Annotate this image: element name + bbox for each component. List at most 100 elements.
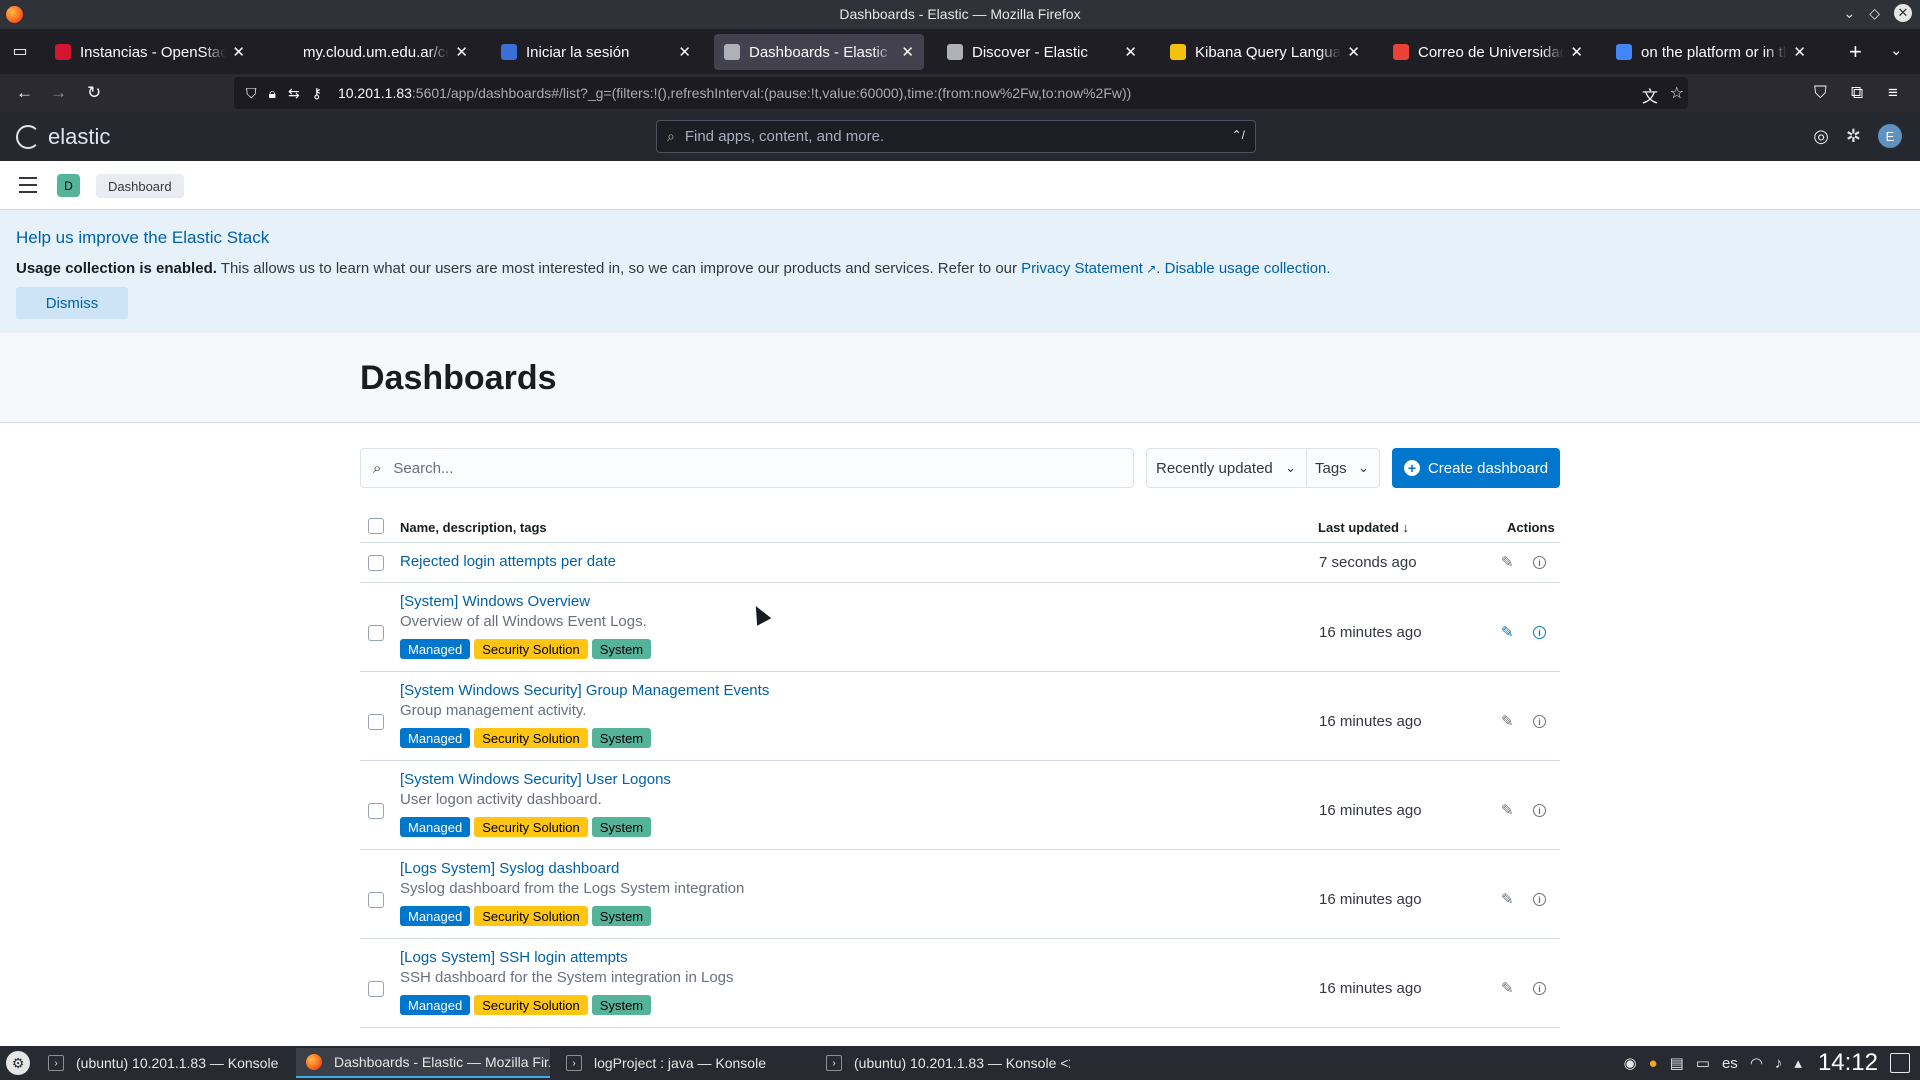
info-icon[interactable]: i	[1533, 556, 1546, 569]
browser-tab[interactable]: Instancias - OpenStack Da ✕	[45, 34, 255, 70]
info-icon[interactable]: i	[1533, 893, 1546, 906]
menu-toggle-icon[interactable]	[18, 175, 38, 195]
maximize-icon[interactable]: ◇	[1869, 5, 1880, 22]
clipboard-icon[interactable]: ▤	[1670, 1054, 1684, 1072]
lock-icon[interactable]: 🔒︎	[269, 85, 276, 102]
close-tab-icon[interactable]: ✕	[901, 43, 914, 61]
help-icon[interactable]: ◎	[1813, 126, 1829, 147]
close-tab-icon[interactable]: ✕	[1347, 43, 1360, 61]
edit-pencil-icon[interactable]: ✎	[1501, 553, 1514, 571]
close-tab-icon[interactable]: ✕	[1124, 43, 1137, 61]
tag-badge[interactable]: Managed	[400, 728, 471, 748]
taskbar-task[interactable]: › logProject : java — Konsole	[556, 1048, 810, 1078]
dashboard-link[interactable]: Rejected login attempts per date	[400, 553, 616, 570]
url-text[interactable]: 10.201.1.83:5601/app/dashboards#/list?_g…	[338, 85, 1131, 101]
clock[interactable]: 14:12	[1818, 1049, 1878, 1077]
browser-tab[interactable]: Discover - Elastic ✕	[937, 34, 1147, 70]
dashboard-link[interactable]: [Logs System] Syslog dashboard	[400, 860, 619, 877]
tag-badge[interactable]: Security Solution	[474, 639, 588, 659]
row-checkbox[interactable]	[368, 625, 384, 641]
tag-badge[interactable]: System	[591, 639, 652, 659]
tag-badge[interactable]: Security Solution	[474, 995, 588, 1015]
close-tab-icon[interactable]: ✕	[678, 43, 691, 61]
dashboard-link[interactable]: [System] Windows Overview	[400, 593, 590, 610]
tag-badge[interactable]: Security Solution	[474, 817, 588, 837]
info-icon[interactable]: i	[1533, 804, 1546, 817]
wifi-icon[interactable]: ◠	[1750, 1054, 1763, 1072]
tag-badge[interactable]: Managed	[400, 995, 471, 1015]
row-checkbox[interactable]	[368, 803, 384, 819]
dashboard-link[interactable]: [System Windows Security] User Logons	[400, 771, 671, 788]
select-all-checkbox[interactable]	[368, 518, 384, 534]
privacy-statement-link[interactable]: Privacy Statement	[1021, 260, 1143, 277]
browser-tab[interactable]: Correo de Universidad de ✕	[1383, 34, 1593, 70]
dashboard-search-input[interactable]: ⌕ Search...	[360, 448, 1134, 488]
dismiss-button[interactable]: Dismiss	[16, 287, 128, 319]
info-icon[interactable]: i	[1533, 715, 1546, 728]
taskbar-task[interactable]: Dashboards - Elastic — Mozilla Fir...	[296, 1048, 550, 1078]
tag-badge[interactable]: Managed	[400, 639, 471, 659]
row-checkbox[interactable]	[368, 555, 384, 571]
row-checkbox[interactable]	[368, 892, 384, 908]
dashboard-link[interactable]: [Logs System] SSH login attempts	[400, 949, 628, 966]
user-avatar[interactable]: E	[1878, 124, 1902, 148]
breadcrumb-dashboard[interactable]: Dashboard	[96, 174, 184, 198]
taskbar-task[interactable]: › (ubuntu) 10.201.1.83 — Konsole <2>	[816, 1048, 1070, 1078]
show-desktop-icon[interactable]	[1890, 1053, 1910, 1073]
tag-badge[interactable]: Managed	[400, 906, 471, 926]
tag-badge[interactable]: System	[591, 817, 652, 837]
key-icon[interactable]: ⚷	[312, 85, 322, 102]
browser-tab[interactable]: Dashboards - Elastic ✕	[714, 34, 924, 70]
close-tab-icon[interactable]: ✕	[232, 43, 245, 61]
edit-pencil-icon[interactable]: ✎	[1501, 801, 1514, 819]
forward-icon[interactable]: →	[50, 83, 67, 103]
sort-dropdown[interactable]: Recently updated ⌄	[1146, 448, 1307, 488]
bookmark-star-icon[interactable]: ☆	[1670, 83, 1684, 103]
edit-pencil-icon[interactable]: ✎	[1501, 979, 1514, 997]
dashboard-link[interactable]: [System Windows Security] Group Manageme…	[400, 682, 769, 699]
edit-pencil-icon[interactable]: ✎	[1501, 712, 1514, 730]
tag-badge[interactable]: Managed	[400, 817, 471, 837]
disable-usage-link[interactable]: Disable usage collection.	[1165, 260, 1331, 277]
news-feed-icon[interactable]: ✲	[1846, 126, 1861, 147]
column-header-last-updated[interactable]: Last updated ↓	[1318, 520, 1409, 535]
tag-badge[interactable]: System	[591, 906, 652, 926]
list-all-tabs-icon[interactable]: ⌄	[1890, 41, 1903, 59]
edit-pencil-icon[interactable]: ✎	[1501, 623, 1514, 641]
info-icon[interactable]: i	[1533, 626, 1546, 639]
space-avatar[interactable]: D	[57, 174, 80, 197]
reload-icon[interactable]: ↻	[87, 83, 101, 103]
row-checkbox[interactable]	[368, 714, 384, 730]
edit-pencil-icon[interactable]: ✎	[1501, 890, 1514, 908]
extensions-icon[interactable]: ⧉	[1851, 83, 1863, 103]
elastic-logo[interactable]: elastic	[16, 124, 110, 150]
create-dashboard-button[interactable]: + Create dashboard	[1392, 448, 1560, 488]
firefox-view-icon[interactable]: ▭	[10, 41, 30, 61]
accessibility-icon[interactable]: ◉	[1623, 1054, 1636, 1072]
pocket-icon[interactable]: ⛉	[1814, 83, 1827, 103]
app-menu-icon[interactable]: ≡	[1888, 83, 1898, 103]
url-bar[interactable]: ⛉ 🔒︎ ⇆ ⚷ 10.201.1.83:5601/app/dashboards…	[234, 77, 1688, 109]
back-icon[interactable]: ←	[16, 83, 33, 103]
global-search-input[interactable]: ⌕ Find apps, content, and more. ⌃/	[656, 120, 1256, 153]
column-header-name[interactable]: Name, description, tags	[400, 520, 547, 535]
browser-tab[interactable]: Iniciar la sesión ✕	[491, 34, 701, 70]
close-tab-icon[interactable]: ✕	[455, 43, 468, 61]
new-tab-icon[interactable]: +	[1849, 39, 1862, 65]
tag-badge[interactable]: Security Solution	[474, 728, 588, 748]
tracking-protection-icon[interactable]: ⛉	[246, 85, 257, 102]
browser-tab[interactable]: Kibana Query Language | ✕	[1160, 34, 1370, 70]
browser-tab[interactable]: my.cloud.um.edu.ar/console.p ✕	[268, 34, 478, 70]
permissions-icon[interactable]: ⇆	[288, 85, 300, 102]
close-tab-icon[interactable]: ✕	[1570, 43, 1583, 61]
row-checkbox[interactable]	[368, 981, 384, 997]
battery-icon[interactable]: ▭	[1696, 1054, 1710, 1072]
tag-badge[interactable]: Security Solution	[474, 906, 588, 926]
application-launcher-icon[interactable]: ⚙	[6, 1051, 30, 1075]
volume-icon[interactable]: ♪	[1775, 1055, 1783, 1072]
tags-filter-dropdown[interactable]: Tags ⌄	[1306, 448, 1380, 488]
taskbar-task[interactable]: › (ubuntu) 10.201.1.83 — Konsole	[38, 1048, 290, 1078]
tag-badge[interactable]: System	[591, 995, 652, 1015]
tray-expand-icon[interactable]: ▴	[1794, 1054, 1802, 1072]
close-tab-icon[interactable]: ✕	[1793, 43, 1806, 61]
